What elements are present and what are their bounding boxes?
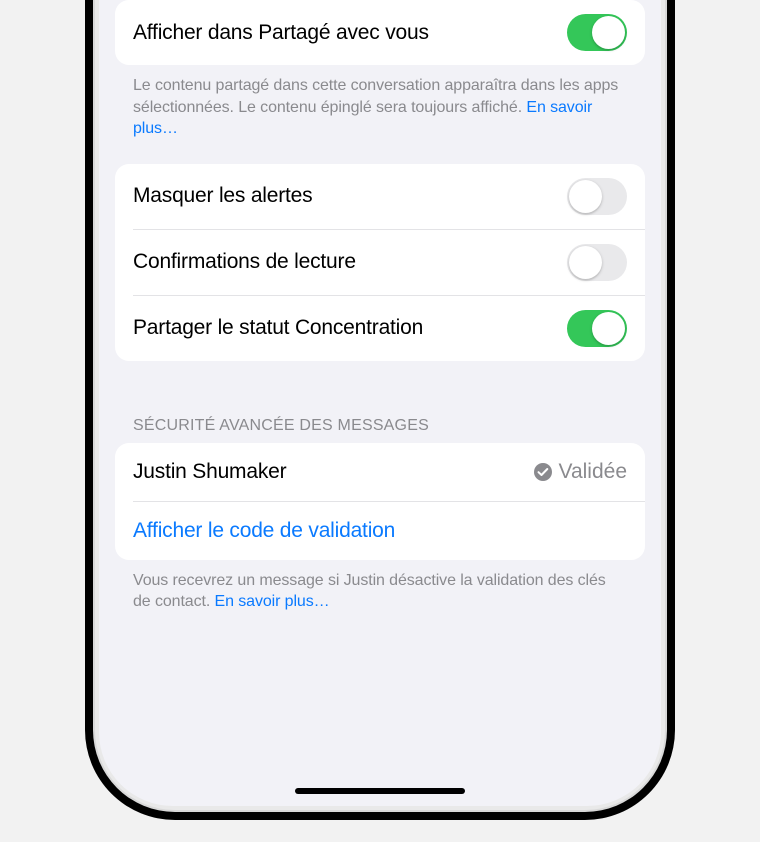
share-focus-row[interactable]: Partager le statut Concentration bbox=[115, 296, 645, 361]
security-footer-text: Vous recevrez un message si Justin désac… bbox=[133, 572, 606, 611]
show-validation-code-link[interactable]: Afficher le code de validation bbox=[133, 519, 395, 543]
read-receipts-label: Confirmations de lecture bbox=[133, 250, 356, 274]
alerts-section: Masquer les alertes Confirmations de lec… bbox=[115, 164, 645, 361]
phone-frame: Afficher dans Partagé avec vous Le conte… bbox=[85, 0, 675, 820]
screen: Afficher dans Partagé avec vous Le conte… bbox=[99, 0, 661, 806]
hide-alerts-row[interactable]: Masquer les alertes bbox=[115, 164, 645, 229]
hide-alerts-toggle[interactable] bbox=[567, 178, 627, 215]
toggle-knob bbox=[569, 180, 602, 213]
toggle-knob bbox=[592, 312, 625, 345]
home-indicator[interactable] bbox=[295, 788, 465, 794]
share-focus-label: Partager le statut Concentration bbox=[133, 316, 423, 340]
validation-status-text: Validée bbox=[559, 460, 628, 484]
shared-with-you-footer: Le contenu partagé dans cette conversati… bbox=[115, 65, 645, 140]
security-footer: Vous recevrez un message si Justin désac… bbox=[115, 560, 645, 613]
toggle-knob bbox=[569, 246, 602, 279]
shared-with-you-section: Afficher dans Partagé avec vous bbox=[115, 0, 645, 65]
validation-status: Validée bbox=[533, 460, 628, 484]
share-focus-toggle[interactable] bbox=[567, 310, 627, 347]
toggle-knob bbox=[592, 16, 625, 49]
checkmark-circle-icon bbox=[533, 462, 553, 482]
show-in-shared-toggle[interactable] bbox=[567, 14, 627, 51]
read-receipts-row[interactable]: Confirmations de lecture bbox=[115, 230, 645, 295]
phone-bezel: Afficher dans Partagé avec vous Le conte… bbox=[93, 0, 667, 812]
show-in-shared-row[interactable]: Afficher dans Partagé avec vous bbox=[115, 0, 645, 65]
contact-name: Justin Shumaker bbox=[133, 460, 286, 484]
contact-row[interactable]: Justin Shumaker Validée bbox=[115, 443, 645, 501]
hide-alerts-label: Masquer les alertes bbox=[133, 184, 312, 208]
security-learn-more-link[interactable]: En savoir plus… bbox=[215, 593, 330, 610]
show-validation-code-row[interactable]: Afficher le code de validation bbox=[115, 502, 645, 560]
security-header: SÉCURITÉ AVANCÉE DES MESSAGES bbox=[115, 417, 645, 443]
show-in-shared-label: Afficher dans Partagé avec vous bbox=[133, 21, 429, 45]
read-receipts-toggle[interactable] bbox=[567, 244, 627, 281]
security-section: Justin Shumaker Validée bbox=[115, 443, 645, 560]
